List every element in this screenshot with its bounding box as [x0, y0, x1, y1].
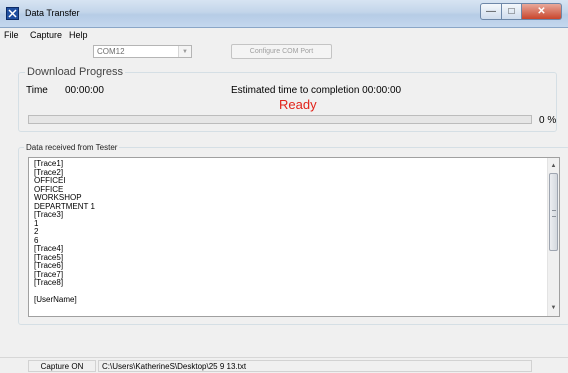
capture-file-path: C:\Users\KatherineS\Desktop\25 9 13.txt: [98, 360, 532, 372]
com-port-select[interactable]: COM12 ▼: [93, 45, 192, 58]
app-icon: [6, 7, 19, 20]
data-line: [Trace8]: [34, 278, 64, 287]
data-line: 2: [34, 227, 39, 236]
minimize-button[interactable]: —: [480, 3, 502, 20]
menu-capture[interactable]: Capture: [30, 30, 62, 40]
menu-help[interactable]: Help: [69, 30, 88, 40]
maximize-icon: □: [508, 6, 515, 17]
menu-file[interactable]: File: [4, 30, 19, 40]
status-ready: Ready: [279, 97, 317, 112]
time-value: 00:00:00: [65, 85, 104, 96]
data-textarea[interactable]: [Trace1] [Trace2] OFFICEI OFFICE WORKSHOP DEP…: [28, 157, 560, 317]
grip-icon: [552, 210, 556, 217]
close-icon: ✕: [537, 6, 546, 17]
maximize-button[interactable]: □: [502, 3, 522, 20]
eta-label: Estimated time to completion 00:00:00: [231, 85, 402, 96]
window-title: Data Transfer: [25, 8, 80, 18]
data-lines: [Trace1] [Trace2] OFFICEI OFFICE WORKSHOP DEP…: [34, 159, 95, 305]
vertical-scrollbar[interactable]: ▲ ▼: [547, 158, 559, 316]
download-progress-label: Download Progress: [25, 66, 125, 78]
com-port-value: COM12: [97, 47, 125, 56]
time-label: Time: [26, 85, 48, 96]
minimize-icon: —: [486, 6, 496, 17]
scroll-up-icon[interactable]: ▲: [548, 160, 559, 172]
window-controls: — □ ✕: [480, 3, 562, 21]
data-line: [Trace3]: [34, 210, 64, 219]
chevron-down-icon[interactable]: ▼: [178, 46, 191, 57]
capture-status: Capture ON: [28, 360, 96, 372]
title-bar: Data Transfer — □ ✕: [0, 0, 568, 28]
toolbar: COM12 ▼ Configure COM Port: [0, 42, 568, 62]
progress-percent: 0 %: [539, 115, 557, 126]
configure-com-port-button[interactable]: Configure COM Port: [231, 44, 332, 59]
progress-bar: [28, 115, 532, 124]
data-line: 1: [34, 218, 39, 228]
scroll-down-icon[interactable]: ▼: [548, 302, 559, 314]
status-bar: Capture ON C:\Users\KatherineS\Desktop\2…: [0, 357, 568, 373]
close-button[interactable]: ✕: [522, 3, 562, 20]
scroll-thumb[interactable]: [549, 173, 558, 251]
menu-bar: File Capture Help: [0, 28, 568, 42]
data-received-label: Data received from Tester: [24, 143, 120, 152]
data-line: [UserName]: [34, 295, 77, 304]
